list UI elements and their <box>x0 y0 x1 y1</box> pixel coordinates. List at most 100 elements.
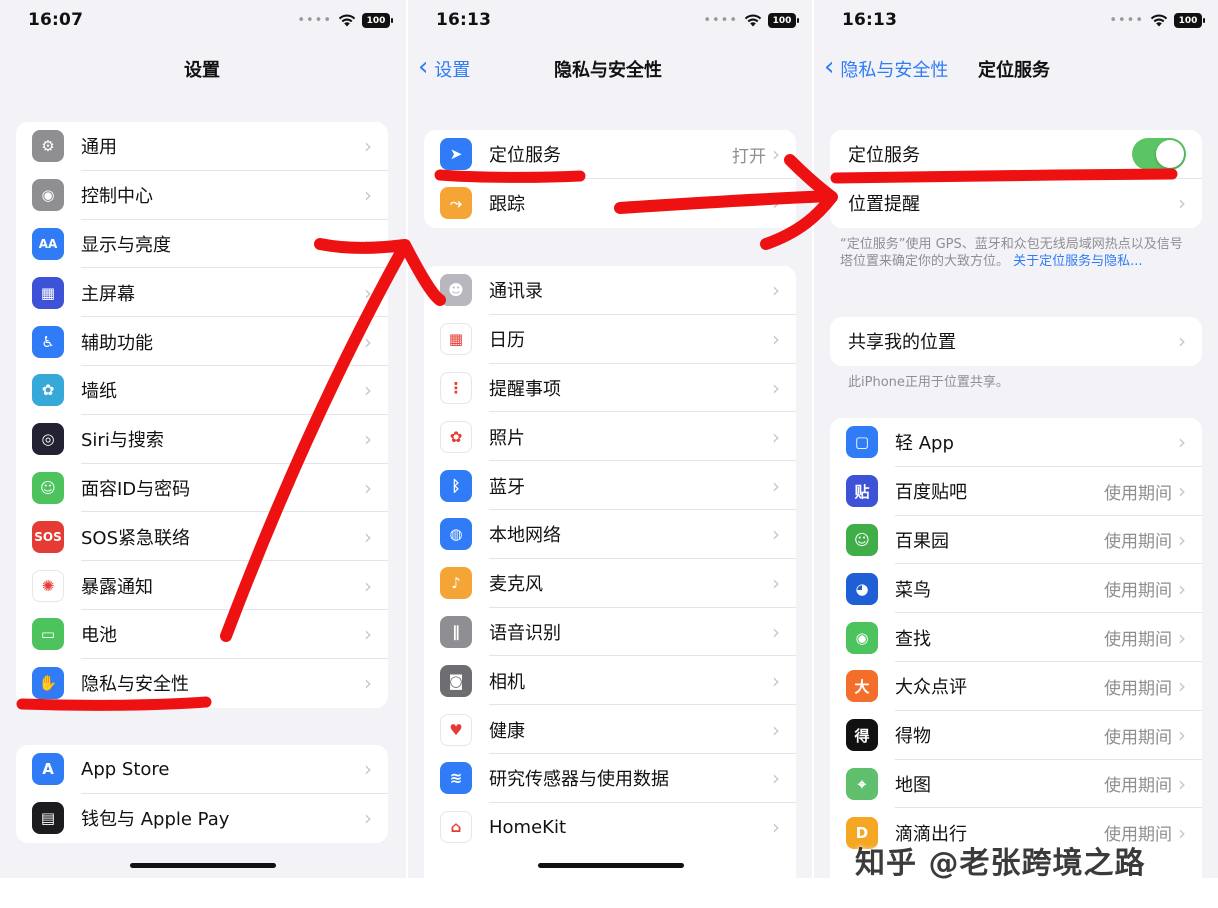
chevron-right-icon: › <box>772 278 780 303</box>
battery-icon: 100 <box>362 13 393 28</box>
location-alerts-row[interactable]: 位置提醒 › <box>830 179 1202 228</box>
local-network-icon: ◍ <box>440 518 472 551</box>
permission-row[interactable]: ᛒ 蓝牙 › <box>424 461 796 510</box>
back-button[interactable]: ‹ 设置 <box>418 54 470 82</box>
bluetooth-icon: ᛒ <box>440 469 472 502</box>
baiguoyuan-icon: ☺ <box>846 523 878 556</box>
app-location-row[interactable]: ⌖ 地图 使用期间 › <box>830 760 1202 809</box>
chevron-right-icon: › <box>772 522 780 547</box>
app-location-row[interactable]: 得得物 使用期间 › <box>830 711 1202 760</box>
cellular-signal-icon: •••• <box>297 13 332 28</box>
permission-row[interactable]: ♥ 健康 › <box>424 705 796 754</box>
siri-icon: ◎ <box>32 423 64 456</box>
row-label: 通讯录 <box>489 281 543 303</box>
row-label: 跟踪 <box>489 194 525 216</box>
sos-icon: SOS <box>32 520 64 553</box>
home-indicator <box>130 863 276 868</box>
status-bar: 16:13 •••• 100 <box>814 10 1218 34</box>
settings-row[interactable]: ⚙ 通用 › <box>16 122 388 171</box>
wallpaper-icon: ✿ <box>32 374 64 407</box>
app-location-row[interactable]: ☺ 百果园 使用期间 › <box>830 516 1202 565</box>
settings-screen: 16:07 •••• 100 设置 ⚙ 通用 › ◉ 控制中心 › AA 显示与亮度 › ▦ 主屏幕… <box>0 0 406 880</box>
permission-row[interactable]: ▦ 日历 › <box>424 315 796 364</box>
row-label: 照片 <box>489 427 525 449</box>
chevron-right-icon: › <box>364 378 372 403</box>
row-value: 使用期间 <box>1104 727 1172 748</box>
row-value: 使用期间 <box>1104 532 1172 553</box>
chevron-right-icon: › <box>1178 723 1186 748</box>
permission-row[interactable]: ⌂ HomeKit › <box>424 803 796 852</box>
app-location-row[interactable]: 贴百度贴吧 使用期间 › <box>830 467 1202 516</box>
battery-icon: 100 <box>1174 13 1205 28</box>
privacy-top-list: ➤ 定位服务 打开 › ⤳ 跟踪 › <box>424 130 796 228</box>
settings-row[interactable]: ◎ Siri与搜索 › <box>16 415 388 464</box>
share-location-row[interactable]: 共享我的位置 › <box>830 317 1202 366</box>
settings-row[interactable]: A App Store › <box>16 745 388 794</box>
permission-row[interactable]: ♪ 麦克风 › <box>424 559 796 608</box>
health-heart-icon: ♥ <box>440 713 472 746</box>
settings-row[interactable]: AA 显示与亮度 › <box>16 220 388 269</box>
back-button[interactable]: ‹ 隐私与安全性 <box>824 52 949 82</box>
chevron-right-icon: › <box>364 134 372 159</box>
dewu-icon: 得 <box>846 719 878 752</box>
contacts-icon: ☻ <box>440 274 472 307</box>
dianping-icon: 大 <box>846 670 878 703</box>
permission-row[interactable]: ◙ 相机 › <box>424 656 796 706</box>
row-label: HomeKit <box>489 816 567 838</box>
chevron-right-icon: › <box>1178 674 1186 699</box>
settings-row[interactable]: ✿ 墙纸 › <box>16 366 388 415</box>
row-label: 面容ID与密码 <box>81 478 191 500</box>
settings-row[interactable]: ✺ 暴露通知 › <box>16 561 388 610</box>
privacy-row[interactable]: ➤ 定位服务 打开 › <box>424 130 796 179</box>
settings-row[interactable]: ☺ 面容ID与密码 › <box>16 464 388 513</box>
permission-row[interactable]: ≋ 研究传感器与使用数据 › <box>424 754 796 803</box>
chevron-right-icon: › <box>364 622 372 647</box>
chevron-right-icon: › <box>772 668 780 693</box>
permission-row[interactable]: ⋮ 提醒事项 › <box>424 364 796 413</box>
privacy-link[interactable]: 关于定位服务与隐私... <box>1013 254 1142 269</box>
permission-row[interactable]: ☻ 通讯录 › <box>424 266 796 315</box>
settings-row[interactable]: ♿ 辅助功能 › <box>16 317 388 366</box>
chevron-right-icon: › <box>364 671 372 696</box>
chevron-right-icon: › <box>772 571 780 596</box>
privacy-row[interactable]: ⤳ 跟踪 › <box>424 179 796 228</box>
settings-row[interactable]: ◉ 控制中心 › <box>16 171 388 220</box>
location-services-toggle[interactable] <box>1132 138 1186 171</box>
speech-recognition-icon: ∥ <box>440 615 472 648</box>
row-label: 电池 <box>81 625 117 647</box>
gear-icon: ⚙ <box>32 130 64 163</box>
settings-row[interactable]: ▤ 钱包与 Apple Pay › <box>16 794 388 843</box>
app-location-row[interactable]: 大大众点评 使用期间 › <box>830 662 1202 711</box>
row-label: 相机 <box>489 671 525 693</box>
reminders-icon: ⋮ <box>440 371 472 404</box>
settings-row[interactable]: ▦ 主屏幕 › <box>16 268 388 318</box>
settings-row[interactable]: ▭ 电池 › <box>16 610 388 659</box>
row-label: 辅助功能 <box>81 332 153 354</box>
app-location-row[interactable]: ◉ 查找 使用期间 › <box>830 613 1202 662</box>
permission-row[interactable]: ◍ 本地网络 › <box>424 510 796 559</box>
row-label: 暴露通知 <box>81 576 153 598</box>
light-app-icon: ▢ <box>846 426 878 459</box>
row-label: SOS紧急联络 <box>81 527 191 549</box>
chevron-right-icon: › <box>364 231 372 256</box>
wallet-icon: ▤ <box>32 802 64 835</box>
homekit-icon: ⌂ <box>440 811 472 844</box>
chevron-left-icon: ‹ <box>824 52 835 82</box>
settings-row[interactable]: ✋ 隐私与安全性 › <box>16 659 388 708</box>
location-services-toggle-row[interactable]: 定位服务 <box>830 130 1202 179</box>
control-center-icon: ◉ <box>32 179 64 212</box>
permission-row[interactable]: ∥ 语音识别 › <box>424 608 796 657</box>
row-label: 百果园 <box>895 530 949 552</box>
row-label: 蓝牙 <box>489 476 525 498</box>
app-location-row[interactable]: ◕ 菜鸟 使用期间 › <box>830 564 1202 614</box>
app-location-row[interactable]: ▢ 轻 App › <box>830 418 1202 467</box>
cellular-signal-icon: •••• <box>703 13 738 28</box>
chevron-right-icon: › <box>1178 191 1186 216</box>
settings-row[interactable]: SOS SOS紧急联络 › <box>16 512 388 562</box>
app-location-list: ▢ 轻 App › 贴百度贴吧 使用期间 › ☺ 百果园 使用期间 › ◕ 菜鸟 使用期间 › ◉ 查找 使用期… <box>830 418 1202 880</box>
back-label: 隐私与安全性 <box>840 60 949 81</box>
permission-row[interactable]: ✿ 照片 › <box>424 412 796 462</box>
calendar-icon: ▦ <box>440 323 472 356</box>
chevron-right-icon: › <box>364 524 372 549</box>
page-title: 设置 <box>184 60 220 81</box>
